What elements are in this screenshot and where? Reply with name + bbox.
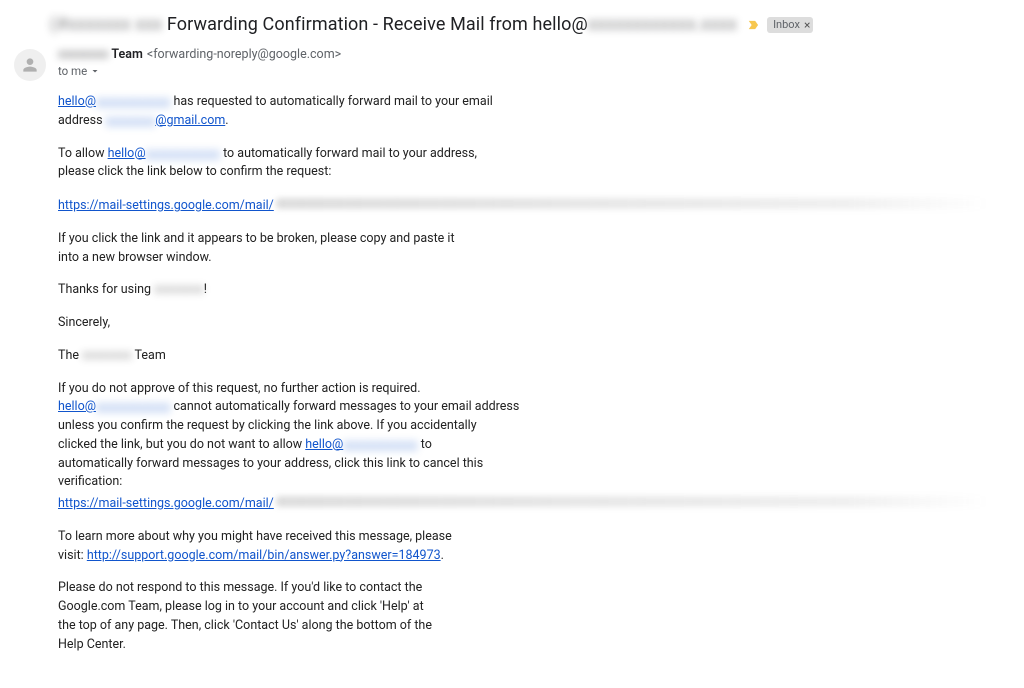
confirm-link-row: https://mail-settings.google.com/mail/ [58, 196, 988, 216]
sender-name-redacted: xxxxxxxx [58, 47, 109, 62]
email-body: hello@xxxxxxxxxxxx has requested to auto… [8, 83, 988, 654]
recipient-label: to me [58, 64, 87, 78]
sender-line: xxxxxxxx Team <forwarding-noreply@google… [58, 47, 1016, 62]
recipient-email-link[interactable]: xxxxxxxx@gmail.com [106, 113, 226, 128]
forwarding-email-link[interactable]: hello@xxxxxxxxxxxx [305, 437, 417, 452]
sender-name-visible: Team [111, 47, 142, 62]
sender-address: <forwarding-noreply@google.com> [147, 47, 341, 62]
subject-redacted-suffix: xxxxxxxxxxxx.xxxx [588, 14, 737, 35]
cancel-link-row: https://mail-settings.google.com/mail/ [58, 494, 988, 514]
body-paragraph: The xxxxxxxx Team [58, 347, 988, 366]
forwarding-email-link[interactable]: hello@xxxxxxxxxxxx [58, 94, 170, 109]
recipient-dropdown[interactable]: to me [58, 64, 101, 78]
confirm-forwarding-link[interactable]: https://mail-settings.google.com/mail/ [58, 197, 274, 216]
body-paragraph: Thanks for using xxxxxxxx! [58, 281, 988, 300]
support-link[interactable]: http://support.google.com/mail/bin/answe… [87, 548, 441, 563]
body-paragraph: To learn more about why you might have r… [58, 528, 988, 566]
forwarding-email-link[interactable]: hello@xxxxxxxxxxxx [58, 399, 170, 414]
body-paragraph: Please do not respond to this message. I… [58, 579, 988, 654]
email-header: xxxxxxxx Team <forwarding-noreply@google… [8, 47, 1016, 81]
subject-text: (#xxxxxxx xxx Forwarding Confirmation - … [50, 14, 737, 35]
body-paragraph: To allow hello@xxxxxxxxxxxx to automatic… [58, 145, 988, 183]
subject-main: Forwarding Confirmation - Receive Mail f… [167, 14, 588, 35]
body-paragraph: Sincerely, [58, 314, 988, 333]
body-paragraph: If you do not approve of this request, n… [58, 380, 988, 493]
forwarding-email-link[interactable]: hello@xxxxxxxxxxxx [108, 146, 220, 161]
avatar[interactable] [14, 49, 46, 81]
subject-redacted-prefix: (#xxxxxxx xxx [50, 14, 162, 35]
label-chip-text: Inbox [773, 18, 800, 31]
chevron-down-icon [89, 65, 101, 77]
body-paragraph: If you click the link and it appears to … [58, 230, 988, 268]
cancel-link-redacted [276, 496, 988, 507]
body-paragraph: hello@xxxxxxxxxxxx has requested to auto… [58, 93, 988, 131]
subject-row: (#xxxxxxx xxx Forwarding Confirmation - … [8, 14, 1016, 35]
label-chip-remove[interactable]: × [804, 19, 810, 31]
label-chip-inbox[interactable]: Inbox × [767, 17, 813, 33]
cancel-forwarding-link[interactable]: https://mail-settings.google.com/mail/ [58, 495, 274, 514]
person-icon [20, 55, 40, 75]
important-marker-icon[interactable] [747, 18, 761, 32]
confirm-link-redacted [276, 198, 988, 209]
